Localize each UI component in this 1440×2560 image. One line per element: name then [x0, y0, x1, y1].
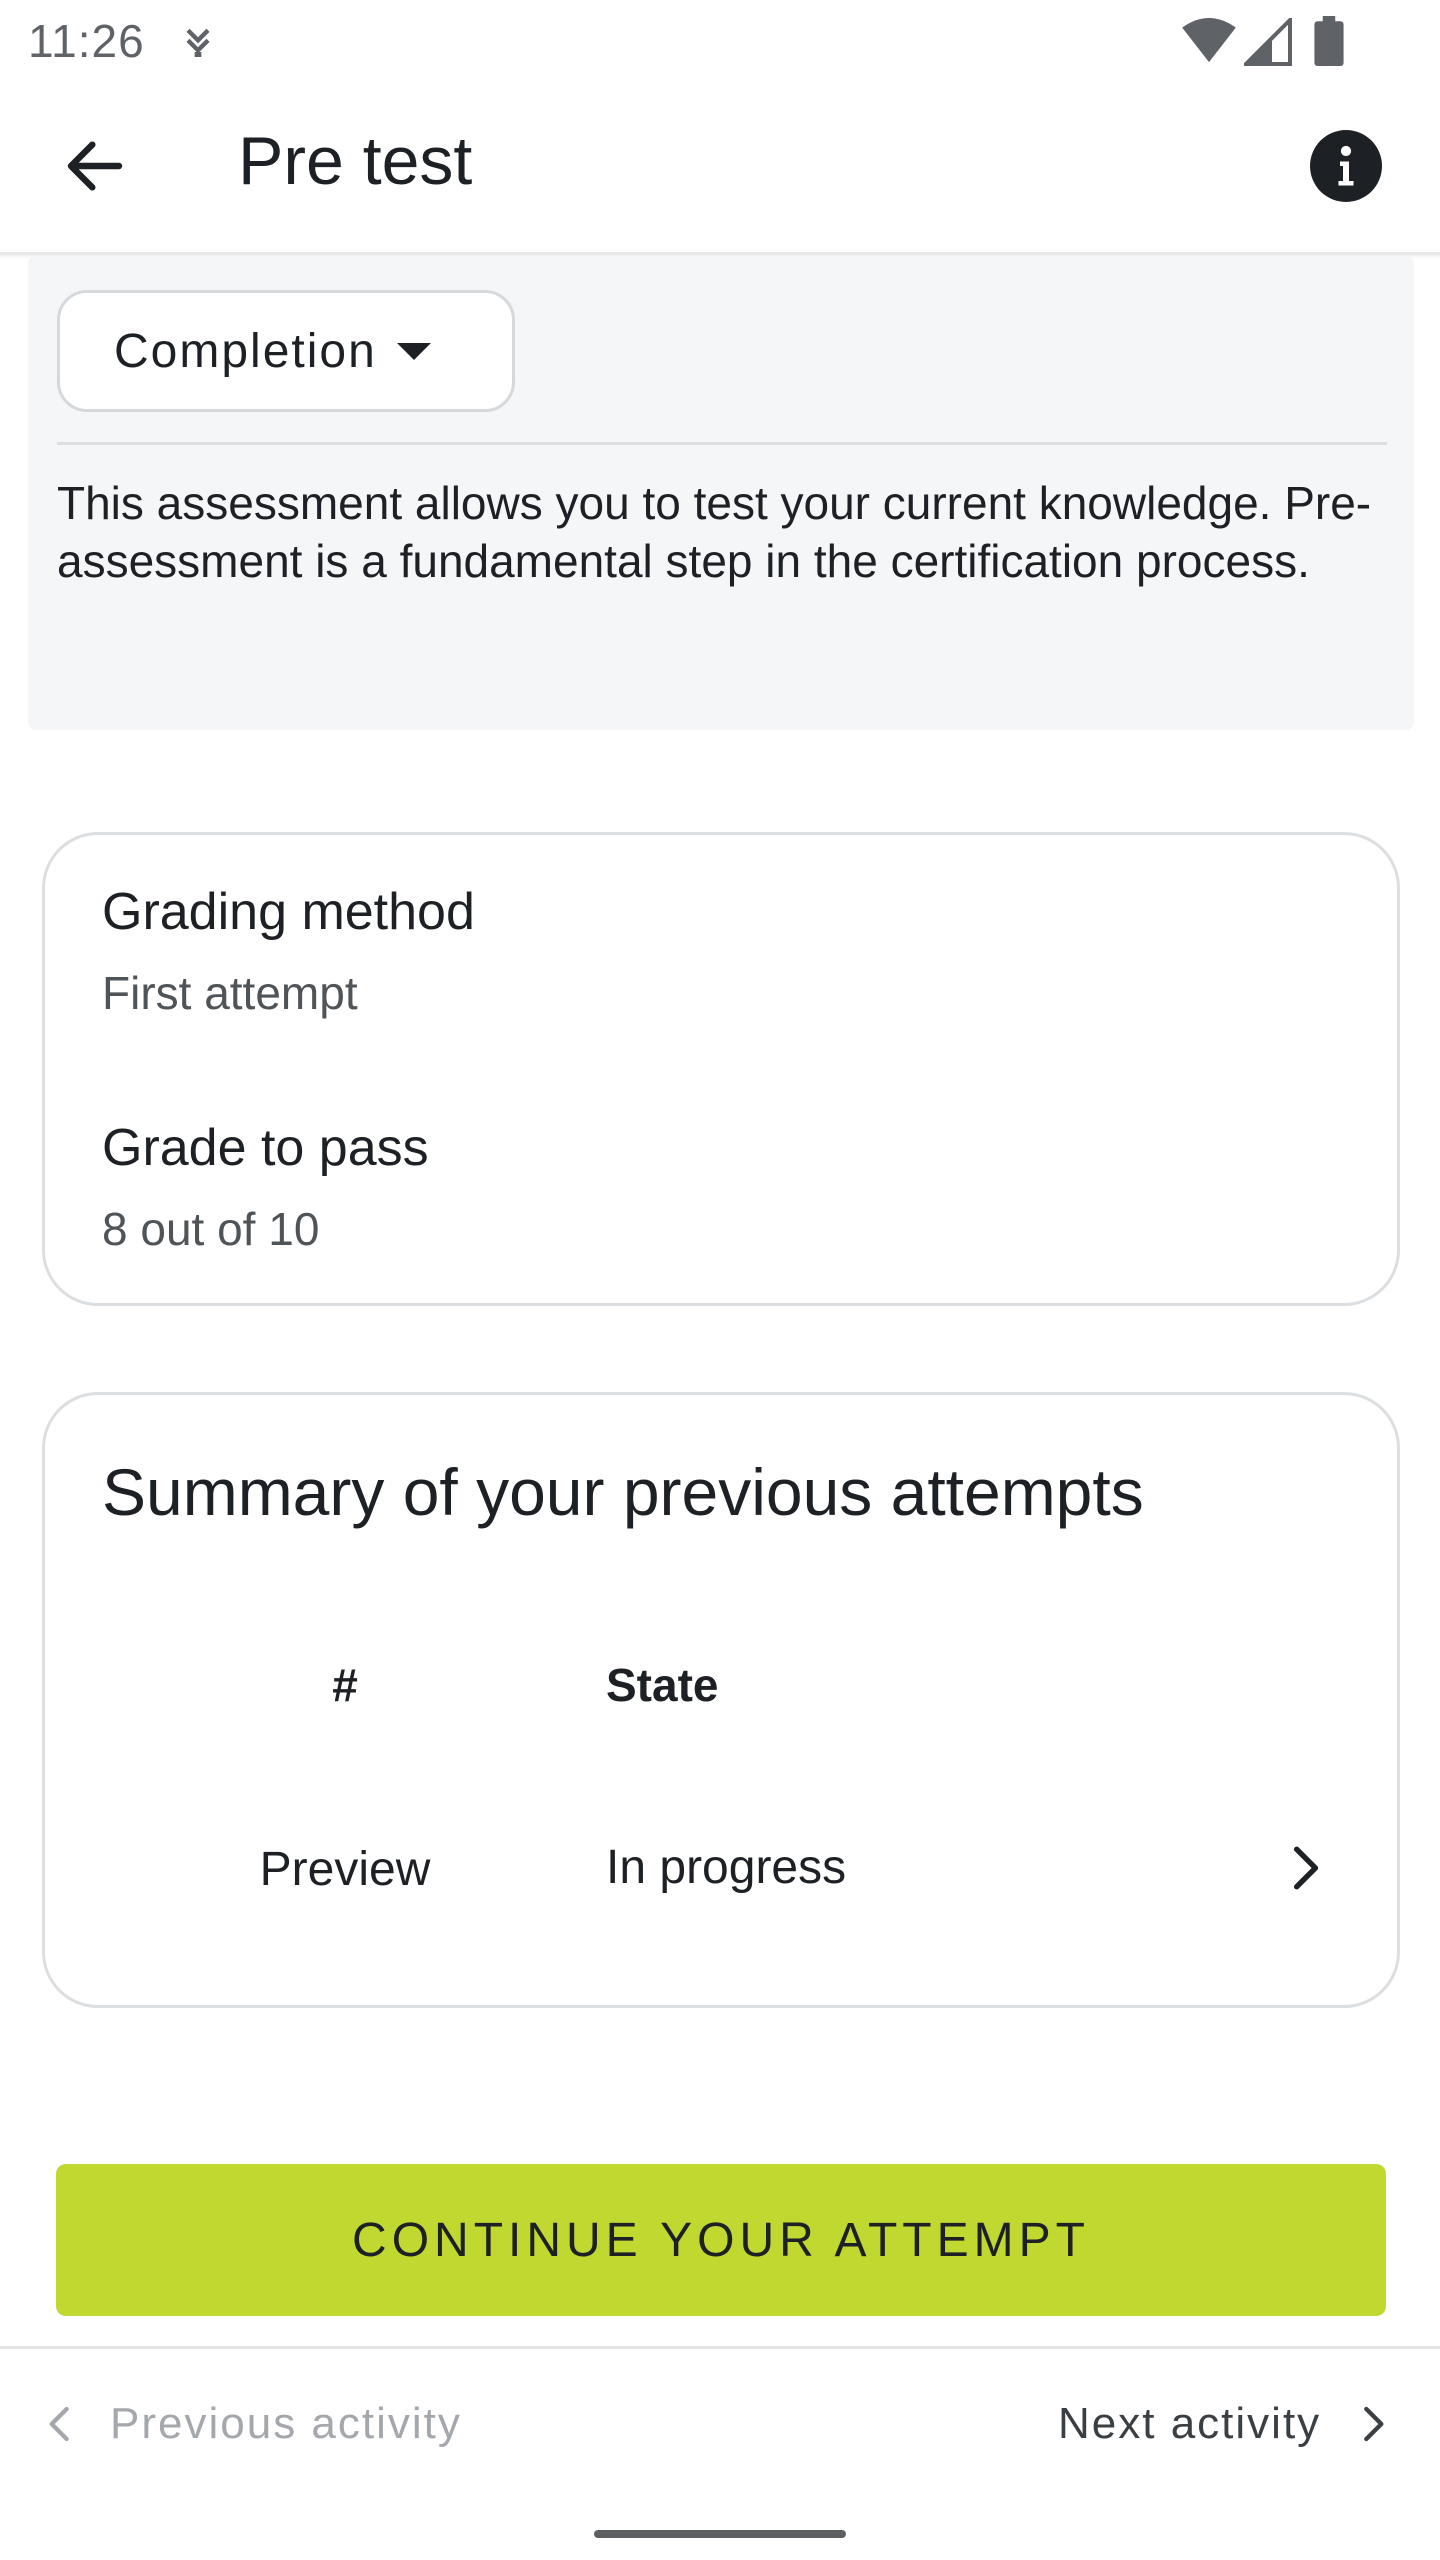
- back-button[interactable]: [40, 116, 150, 216]
- attempts-summary-title: Summary of your previous attempts: [102, 1455, 1144, 1529]
- column-header-state: State: [606, 1659, 719, 1711]
- arrow-left-icon: [67, 141, 123, 191]
- wifi-icon: [1182, 18, 1236, 63]
- grading-method-label: Grading method: [102, 883, 475, 941]
- grading-method-value: First attempt: [102, 967, 358, 1019]
- previous-activity-button[interactable]: Previous activity: [40, 2382, 462, 2466]
- chevron-right-icon: [1364, 2406, 1384, 2442]
- home-indicator[interactable]: [594, 2530, 846, 2538]
- continue-attempt-label: CONTINUE YOUR ATTEMPT: [352, 2213, 1090, 2267]
- info-circle-icon[interactable]: [1310, 130, 1382, 202]
- next-activity-label: Next activity: [1058, 2399, 1322, 2448]
- caret-down-icon: [396, 342, 431, 360]
- page-title: Pre test: [238, 123, 473, 199]
- completion-label: Completion: [114, 324, 377, 378]
- next-activity-button[interactable]: Next activity: [1058, 2382, 1393, 2466]
- description-text: This assessment allows you to test your …: [57, 477, 1372, 587]
- battery-icon: [1314, 16, 1344, 66]
- completion-dropdown[interactable]: Completion: [57, 290, 515, 412]
- divider: [57, 442, 1387, 445]
- grade-to-pass-label: Grade to pass: [102, 1119, 429, 1177]
- chevron-left-icon: [49, 2406, 69, 2442]
- app-bar: [0, 84, 1440, 255]
- previous-activity-label: Previous activity: [110, 2399, 462, 2448]
- status-time: 11:26: [28, 15, 145, 67]
- download-status-icon: [186, 28, 210, 57]
- column-header-number: #: [332, 1659, 358, 1711]
- attempt-number: Preview: [259, 1843, 431, 1896]
- chevron-right-icon[interactable]: [1280, 1840, 1330, 1896]
- grade-to-pass-value: 8 out of 10: [102, 1203, 320, 1255]
- continue-attempt-button[interactable]: CONTINUE YOUR ATTEMPT: [56, 2164, 1386, 2316]
- signal-icon: [1244, 18, 1292, 66]
- attempt-state: In progress: [606, 1841, 847, 1894]
- bottom-divider: [0, 2346, 1440, 2349]
